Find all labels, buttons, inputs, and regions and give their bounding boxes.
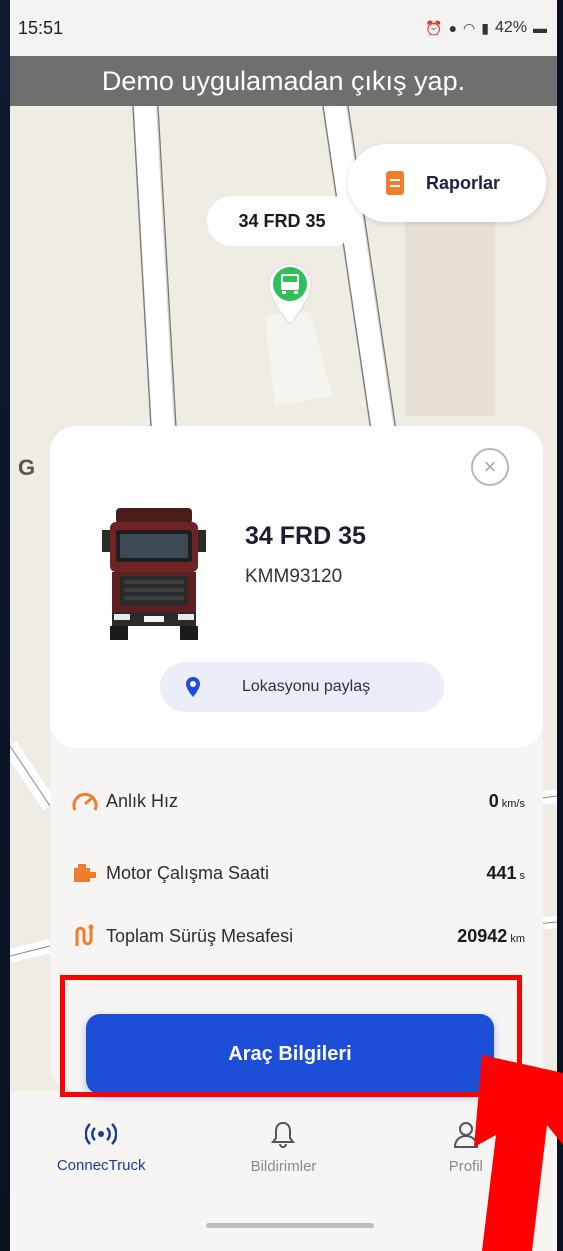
battery-percent: 42%	[494, 19, 527, 36]
nav-notifications[interactable]: Bildirimler	[213, 1120, 353, 1175]
nav-label: ConnecTruck	[56, 1156, 146, 1174]
speedometer-icon	[70, 790, 100, 812]
nav-connectruck[interactable]: ConnecTruck	[31, 1121, 171, 1174]
share-location-button[interactable]: Lokasyonu paylaş	[160, 662, 444, 712]
reports-button[interactable]: Raporlar	[348, 144, 546, 222]
stat-label: Motor Çalışma Saati	[106, 862, 270, 883]
annotation-arrow-icon	[474, 1055, 563, 1251]
nav-label: Bildirimler	[250, 1157, 317, 1175]
location-pin-icon	[186, 677, 200, 697]
status-time: 15:51	[18, 17, 64, 38]
close-card-button[interactable]: ×	[471, 448, 509, 486]
stat-unit: s	[519, 869, 526, 882]
engine-icon	[70, 862, 100, 884]
truck-image	[102, 508, 206, 640]
stat-unit: km/s	[501, 797, 525, 810]
status-bar: 15:51 ⏰ ● ◠ ▮ 42% ▬	[10, 0, 557, 56]
left-frame-edge	[0, 0, 10, 1251]
share-location-label: Lokasyonu paylaş	[242, 678, 371, 695]
stat-engine-hours: Motor Çalışma Saati 441 s	[70, 853, 525, 893]
demo-exit-banner[interactable]: Demo uygulamadan çıkış yap.	[10, 56, 557, 106]
reports-label: Raporlar	[426, 172, 501, 193]
battery-icon: ▬	[533, 20, 547, 36]
location-icon: ●	[448, 20, 458, 36]
stat-total-distance: Toplam Sürüş Mesafesi 20942 km	[70, 916, 525, 956]
stat-label: Anlık Hız	[106, 790, 179, 811]
alarm-icon: ⏰	[425, 19, 443, 36]
stat-value: 0 km/s	[488, 790, 525, 811]
radio-waves-icon	[85, 1122, 118, 1145]
vehicle-id: KMM93120	[245, 566, 343, 587]
bell-icon	[271, 1121, 296, 1148]
stat-speed: Anlık Hız 0 km/s	[70, 781, 525, 821]
home-indicator[interactable]	[206, 1223, 374, 1228]
status-indicators: ⏰ ● ◠ ▮ 42% ▬	[425, 19, 547, 37]
signal-icon: ▮	[481, 19, 489, 36]
vehicle-plate: 34 FRD 35	[245, 522, 366, 550]
vehicle-plate-bubble[interactable]: 34 FRD 35	[207, 196, 357, 246]
document-icon	[386, 171, 404, 195]
close-icon: ×	[483, 454, 497, 479]
stat-label: Toplam Sürüş Mesafesi	[106, 925, 294, 946]
vehicle-summary: × 34 FRD 35 KMM93120 Lokasyonu paylaş	[50, 426, 543, 748]
route-icon	[70, 924, 100, 948]
stat-unit: km	[510, 932, 525, 945]
wifi-icon: ◠	[463, 19, 476, 36]
stat-value: 20942 km	[457, 925, 525, 946]
truck-location-pin-icon[interactable]	[267, 262, 313, 326]
stat-value: 441 s	[486, 862, 526, 883]
google-logo: G	[18, 455, 36, 480]
